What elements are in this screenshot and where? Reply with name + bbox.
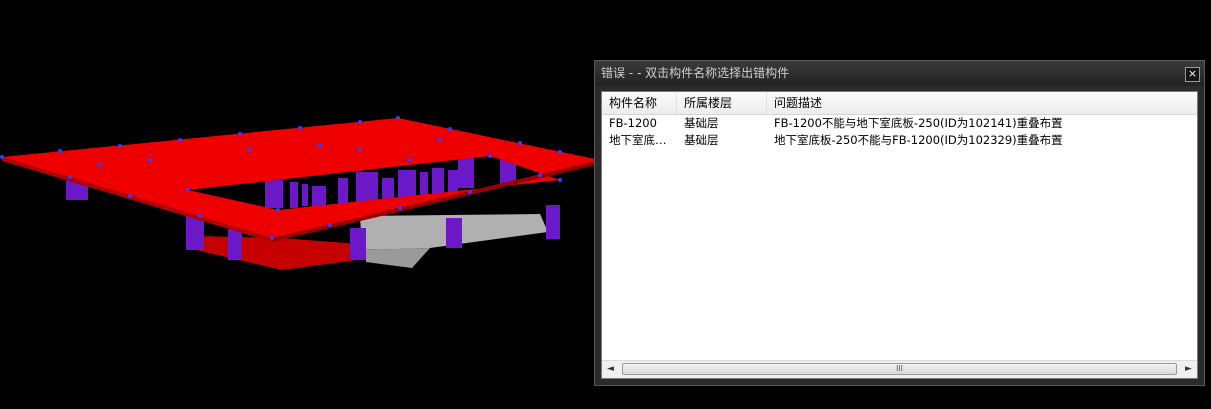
floor-name: 基础层	[684, 133, 719, 147]
problem-description: FB-1200不能与地下室底板-250(ID为102141)重叠布置	[774, 116, 1063, 130]
column-header-component-name[interactable]: 构件名称	[602, 92, 677, 114]
error-dialog: 错误 - - 双击构件名称选择出错构件 × 构件名称 所属楼层 问题描述 FB-…	[594, 60, 1205, 386]
error-row[interactable]: 地下室底… 基础层 地下室底板-250不能与FB-1200(ID为102329)…	[602, 132, 1197, 149]
scroll-left-arrow-icon[interactable]: ◄	[602, 361, 619, 378]
column-header-floor[interactable]: 所属楼层	[677, 92, 767, 114]
component-name[interactable]: FB-1200	[602, 115, 677, 132]
foundation-block	[366, 248, 430, 268]
horizontal-scrollbar[interactable]: ◄ III ►	[602, 360, 1197, 378]
dialog-title: 错误 - - 双击构件名称选择出错构件	[601, 66, 790, 80]
close-button[interactable]: ×	[1185, 67, 1200, 82]
scrollbar-thumb[interactable]: III	[622, 363, 1177, 375]
scroll-right-arrow-icon[interactable]: ►	[1180, 361, 1197, 378]
lower-slab	[196, 236, 372, 270]
error-row[interactable]: FB-1200 基础层 FB-1200不能与地下室底板-250(ID为10214…	[602, 115, 1197, 132]
error-list: 构件名称 所属楼层 问题描述 FB-1200 基础层 FB-1200不能与地下室…	[601, 91, 1198, 379]
problem-description: 地下室底板-250不能与FB-1200(ID为102329)重叠布置	[774, 133, 1063, 147]
scrollbar-grip-icon: III	[895, 364, 904, 373]
column-header-description[interactable]: 问题描述	[767, 92, 1197, 114]
dialog-title-bar[interactable]: 错误 - - 双击构件名称选择出错构件 ×	[595, 61, 1204, 86]
floor-name: 基础层	[684, 116, 719, 130]
list-header: 构件名称 所属楼层 问题描述	[602, 92, 1197, 115]
component-name[interactable]: 地下室底…	[602, 132, 677, 149]
